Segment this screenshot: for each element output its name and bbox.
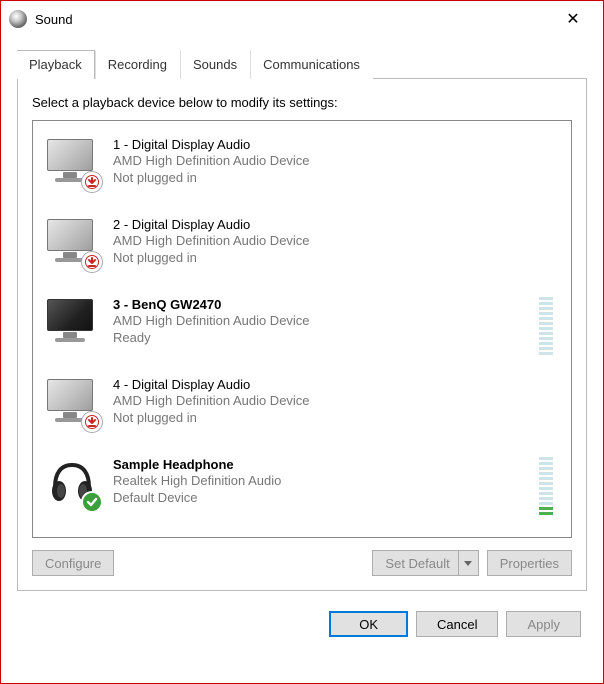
device-list[interactable]: 1 - Digital Display Audio AMD High Defin…: [32, 120, 572, 538]
unplugged-badge-icon: [81, 411, 103, 433]
device-text: 4 - Digital Display Audio AMD High Defin…: [113, 373, 559, 425]
device-status: Ready: [113, 330, 527, 345]
close-button[interactable]: ✕: [551, 4, 595, 34]
panel-buttons: Configure Set Default Properties: [32, 550, 572, 576]
headphones-icon: [45, 455, 101, 511]
device-item[interactable]: 3 - BenQ GW2470 AMD High Definition Audi…: [37, 287, 567, 367]
tab-playback[interactable]: Playback: [17, 50, 95, 79]
device-name: Sample Headphone: [113, 457, 527, 472]
device-name: 2 - Digital Display Audio: [113, 217, 559, 232]
device-text: Sample Headphone Realtek High Definition…: [113, 453, 527, 505]
device-name: 1 - Digital Display Audio: [113, 137, 559, 152]
configure-button[interactable]: Configure: [32, 550, 114, 576]
titlebar: Sound ✕: [1, 1, 603, 37]
device-desc: Realtek High Definition Audio: [113, 472, 527, 490]
device-status: Not plugged in: [113, 410, 559, 425]
device-status: Default Device: [113, 490, 527, 505]
device-desc: AMD High Definition Audio Device: [113, 152, 559, 170]
device-text: 3 - BenQ GW2470 AMD High Definition Audi…: [113, 293, 527, 345]
cancel-button[interactable]: Cancel: [416, 611, 498, 637]
dialog-footer: OK Cancel Apply: [1, 601, 603, 651]
unplugged-badge-icon: [81, 251, 103, 273]
monitor-dark-icon: [45, 295, 101, 351]
monitor-light-icon: [45, 375, 101, 431]
monitor-light-icon: [45, 215, 101, 271]
tab-strip: PlaybackRecordingSoundsCommunications: [17, 49, 587, 79]
device-name: 4 - Digital Display Audio: [113, 377, 559, 392]
tab-sounds[interactable]: Sounds: [180, 50, 250, 79]
device-desc: AMD High Definition Audio Device: [113, 232, 559, 250]
apply-button[interactable]: Apply: [506, 611, 581, 637]
set-default-button[interactable]: Set Default: [372, 550, 478, 576]
device-desc: AMD High Definition Audio Device: [113, 312, 527, 330]
device-name: 3 - BenQ GW2470: [113, 297, 527, 312]
device-desc: AMD High Definition Audio Device: [113, 392, 559, 410]
instruction-text: Select a playback device below to modify…: [32, 95, 572, 110]
device-item[interactable]: Sample Headphone Realtek High Definition…: [37, 447, 567, 527]
tab-playback-panel: Select a playback device below to modify…: [17, 79, 587, 591]
tab-communications[interactable]: Communications: [250, 50, 373, 79]
default-badge-icon: [81, 491, 103, 513]
device-item[interactable]: 4 - Digital Display Audio AMD High Defin…: [37, 367, 567, 447]
device-item[interactable]: 2 - Digital Display Audio AMD High Defin…: [37, 207, 567, 287]
dialog-content: PlaybackRecordingSoundsCommunications Se…: [1, 37, 603, 601]
device-text: 1 - Digital Display Audio AMD High Defin…: [113, 133, 559, 185]
window-title: Sound: [35, 12, 73, 27]
sound-icon: [9, 10, 27, 28]
unplugged-badge-icon: [81, 171, 103, 193]
device-status: Not plugged in: [113, 170, 559, 185]
properties-button[interactable]: Properties: [487, 550, 572, 576]
device-item[interactable]: 1 - Digital Display Audio AMD High Defin…: [37, 127, 567, 207]
level-meter: [539, 297, 553, 355]
set-default-label: Set Default: [385, 556, 449, 571]
device-status: Not plugged in: [113, 250, 559, 265]
monitor-light-icon: [45, 135, 101, 191]
tab-recording[interactable]: Recording: [95, 50, 180, 79]
chevron-down-icon[interactable]: [458, 551, 478, 575]
ok-button[interactable]: OK: [329, 611, 408, 637]
level-meter: [539, 457, 553, 515]
device-text: 2 - Digital Display Audio AMD High Defin…: [113, 213, 559, 265]
